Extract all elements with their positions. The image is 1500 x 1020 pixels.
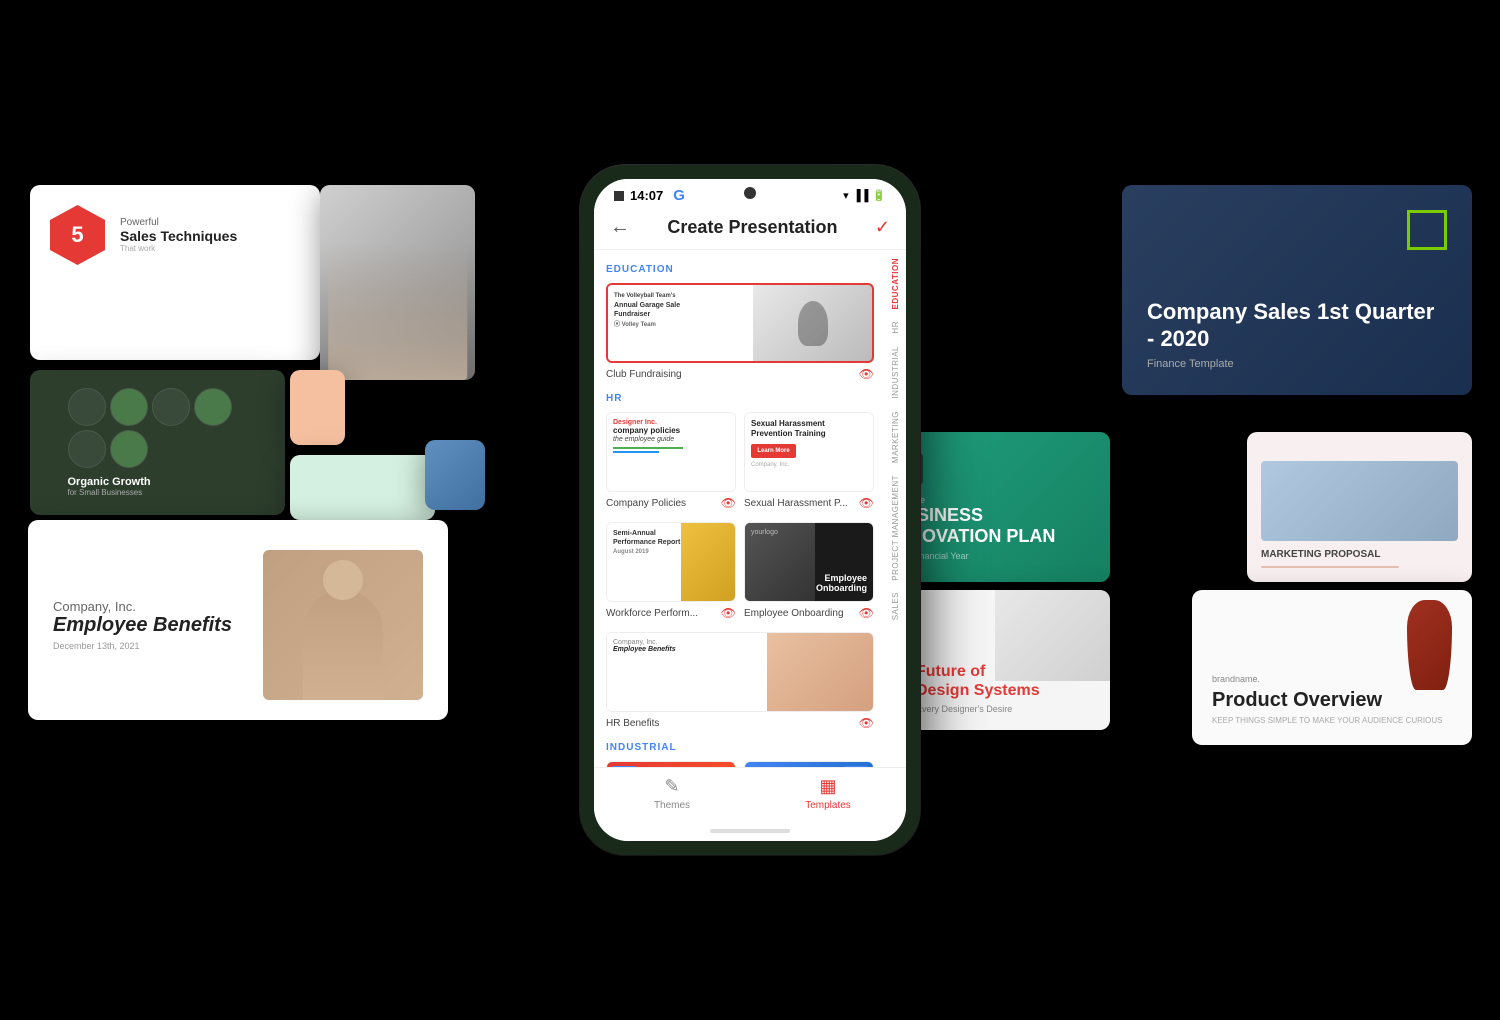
status-google: G <box>673 187 685 204</box>
club-fundraising-thumb[interactable]: The Volleyball Team's Annual Garage Sale… <box>606 283 874 363</box>
mp-bar <box>1261 566 1399 568</box>
template-company-policies[interactable]: Designer Inc. company policies the emplo… <box>606 412 736 510</box>
club-fundraising-label: Club Fundraising 👁 <box>606 367 874 381</box>
sidenav-project-management[interactable]: PROJECT MANAGEMENT <box>891 475 900 581</box>
sales-title: Sales Techniques <box>120 228 237 244</box>
back-button[interactable]: ← <box>610 216 630 239</box>
card-marketing-proposal: MARKETING PROPOSAL <box>1247 432 1472 582</box>
new-badge-2: New <box>843 766 869 767</box>
templates-icon: ▦ <box>819 776 836 797</box>
template-industrial-1[interactable]: New <box>606 761 736 767</box>
eb-company: Company, Inc. <box>53 599 232 614</box>
tab-templates[interactable]: ▦ Templates <box>750 768 906 821</box>
hr-grid-1: Designer Inc. company policies the emplo… <box>606 412 874 510</box>
po-subtitle: KEEP THINGS SIMPLE TO MAKE YOUR AUDIENCE… <box>1212 716 1452 725</box>
app-content: EDUCATION The Volleyball Team's Annual G… <box>594 250 906 767</box>
eye-icon[interactable]: 👁 <box>859 367 874 381</box>
templates-label: Templates <box>805 800 851 811</box>
header-title: Create Presentation <box>667 217 837 238</box>
sales-number-badge: 5 <box>50 205 105 265</box>
sh-eye-icon[interactable]: 👁 <box>859 496 874 510</box>
card-sales-techniques: 5 Powerful Sales Techniques That work <box>30 185 320 360</box>
eb-title: Employee Benefits <box>53 614 232 637</box>
cs-subtitle: Finance Template <box>1147 358 1447 370</box>
card-product-overview: brandname. Product Overview KEEP THINGS … <box>1192 590 1472 745</box>
card-green-rect <box>290 455 435 520</box>
industrial-1-thumb[interactable]: New <box>606 761 736 767</box>
company-policies-thumb[interactable]: Designer Inc. company policies the emplo… <box>606 412 736 492</box>
ds-title: Future of Design Systems <box>916 662 1094 700</box>
card-peach-rect <box>290 370 345 445</box>
template-club-fundraising[interactable]: The Volleyball Team's Annual Garage Sale… <box>606 283 874 381</box>
template-employee-onboarding[interactable]: yourlogo Employee Onboarding Employee On… <box>744 522 874 620</box>
phone-screen: 14:07 G ▾ ▐▐ 🔋 ← Create Presentation ✓ <box>594 179 906 841</box>
eb-photo <box>263 550 423 700</box>
camera-dot <box>744 187 756 199</box>
hrb-eye-icon[interactable]: 👁 <box>859 716 874 730</box>
bi-tagline: Tag Line <box>891 495 1094 505</box>
template-sexual-harassment[interactable]: Sexual HarassmentPrevention Training Lea… <box>744 412 874 510</box>
sidenav-education[interactable]: EDUCATION <box>891 258 900 309</box>
sidenav-marketing[interactable]: MARKETING <box>891 411 900 463</box>
bottom-tabs: ✎ Themes ▦ Templates <box>594 767 906 821</box>
bi-title: BUSINESS INNOVATION PLAN <box>891 505 1094 546</box>
phone-body: 14:07 G ▾ ▐▐ 🔋 ← Create Presentation ✓ <box>580 165 920 855</box>
card-blue-rect <box>425 440 485 510</box>
themes-icon: ✎ <box>664 776 679 797</box>
sales-tagline: That work <box>120 244 237 253</box>
sales-subtitle: Powerful <box>120 217 237 228</box>
card-company-sales: Company Sales 1st Quarter - 2020 Finance… <box>1122 185 1472 395</box>
organic-subtitle: for Small Businesses <box>68 488 248 497</box>
section-hr: HR <box>606 393 874 404</box>
cs-title: Company Sales 1st Quarter - 2020 <box>1147 299 1447 352</box>
onboarding-thumb[interactable]: yourlogo Employee Onboarding <box>744 522 874 602</box>
phone-container: 14:07 G ▾ ▐▐ 🔋 ← Create Presentation ✓ <box>580 165 920 855</box>
sidenav-sales[interactable]: SALES <box>891 592 900 620</box>
ds-subtitle: Every Designer's Desire <box>916 704 1094 714</box>
cs-corner-box <box>1407 210 1447 250</box>
bi-year: Next Financial Year <box>891 551 1094 561</box>
check-button[interactable]: ✓ <box>875 217 890 238</box>
card-employee-benefits: Company, Inc. Employee Benefits December… <box>28 520 448 720</box>
card-team-photo <box>320 185 475 380</box>
status-time: 14:07 <box>630 188 663 203</box>
card-design-systems: Future of Design Systems Every Designer'… <box>900 590 1110 730</box>
themes-label: Themes <box>654 800 690 811</box>
templates-list: EDUCATION The Volleyball Team's Annual G… <box>594 250 884 767</box>
education-grid: The Volleyball Team's Annual Garage Sale… <box>606 283 874 381</box>
hr-grid-3: Company, Inc. Employee Benefits HR Benef… <box>606 632 874 730</box>
template-industrial-2[interactable]: New <box>744 761 874 767</box>
wf-eye-icon[interactable]: 👁 <box>721 606 736 620</box>
tab-themes[interactable]: ✎ Themes <box>594 768 750 821</box>
new-badge-1: New <box>611 766 637 767</box>
industrial-2-thumb[interactable]: New <box>744 761 874 767</box>
side-navigation: EDUCATION HR INDUSTRIAL MARKETING PROJEC… <box>884 250 906 767</box>
cp-eye-icon[interactable]: 👁 <box>721 496 736 510</box>
template-workforce-performance[interactable]: Semi-Annual Performance Report August 20… <box>606 522 736 620</box>
app-header: ← Create Presentation ✓ <box>594 208 906 250</box>
sidenav-industrial[interactable]: INDUSTRIAL <box>891 346 900 399</box>
status-right: ▾ ▐▐ 🔋 <box>843 189 886 202</box>
eb-date: December 13th, 2021 <box>53 641 232 651</box>
ob-eye-icon[interactable]: 👁 <box>859 606 874 620</box>
hr-grid-2: Semi-Annual Performance Report August 20… <box>606 522 874 620</box>
home-indicator <box>594 821 906 841</box>
template-hr-benefits[interactable]: Company, Inc. Employee Benefits HR Benef… <box>606 632 874 730</box>
po-vase <box>1407 600 1452 690</box>
workforce-thumb[interactable]: Semi-Annual Performance Report August 20… <box>606 522 736 602</box>
po-title: Product Overview <box>1212 688 1452 712</box>
home-bar <box>710 829 790 833</box>
card-organic-growth: Organic Growth for Small Businesses <box>30 370 285 515</box>
section-industrial: INDUSTRIAL <box>606 742 874 753</box>
organic-title: Organic Growth <box>68 476 248 488</box>
section-education: EDUCATION <box>606 264 874 275</box>
mp-photo <box>1261 461 1458 541</box>
sidenav-hr[interactable]: HR <box>891 321 900 334</box>
sexual-harassment-thumb[interactable]: Sexual HarassmentPrevention Training Lea… <box>744 412 874 492</box>
mp-title: MARKETING PROPOSAL <box>1261 549 1458 560</box>
hr-benefits-thumb[interactable]: Company, Inc. Employee Benefits <box>606 632 874 712</box>
